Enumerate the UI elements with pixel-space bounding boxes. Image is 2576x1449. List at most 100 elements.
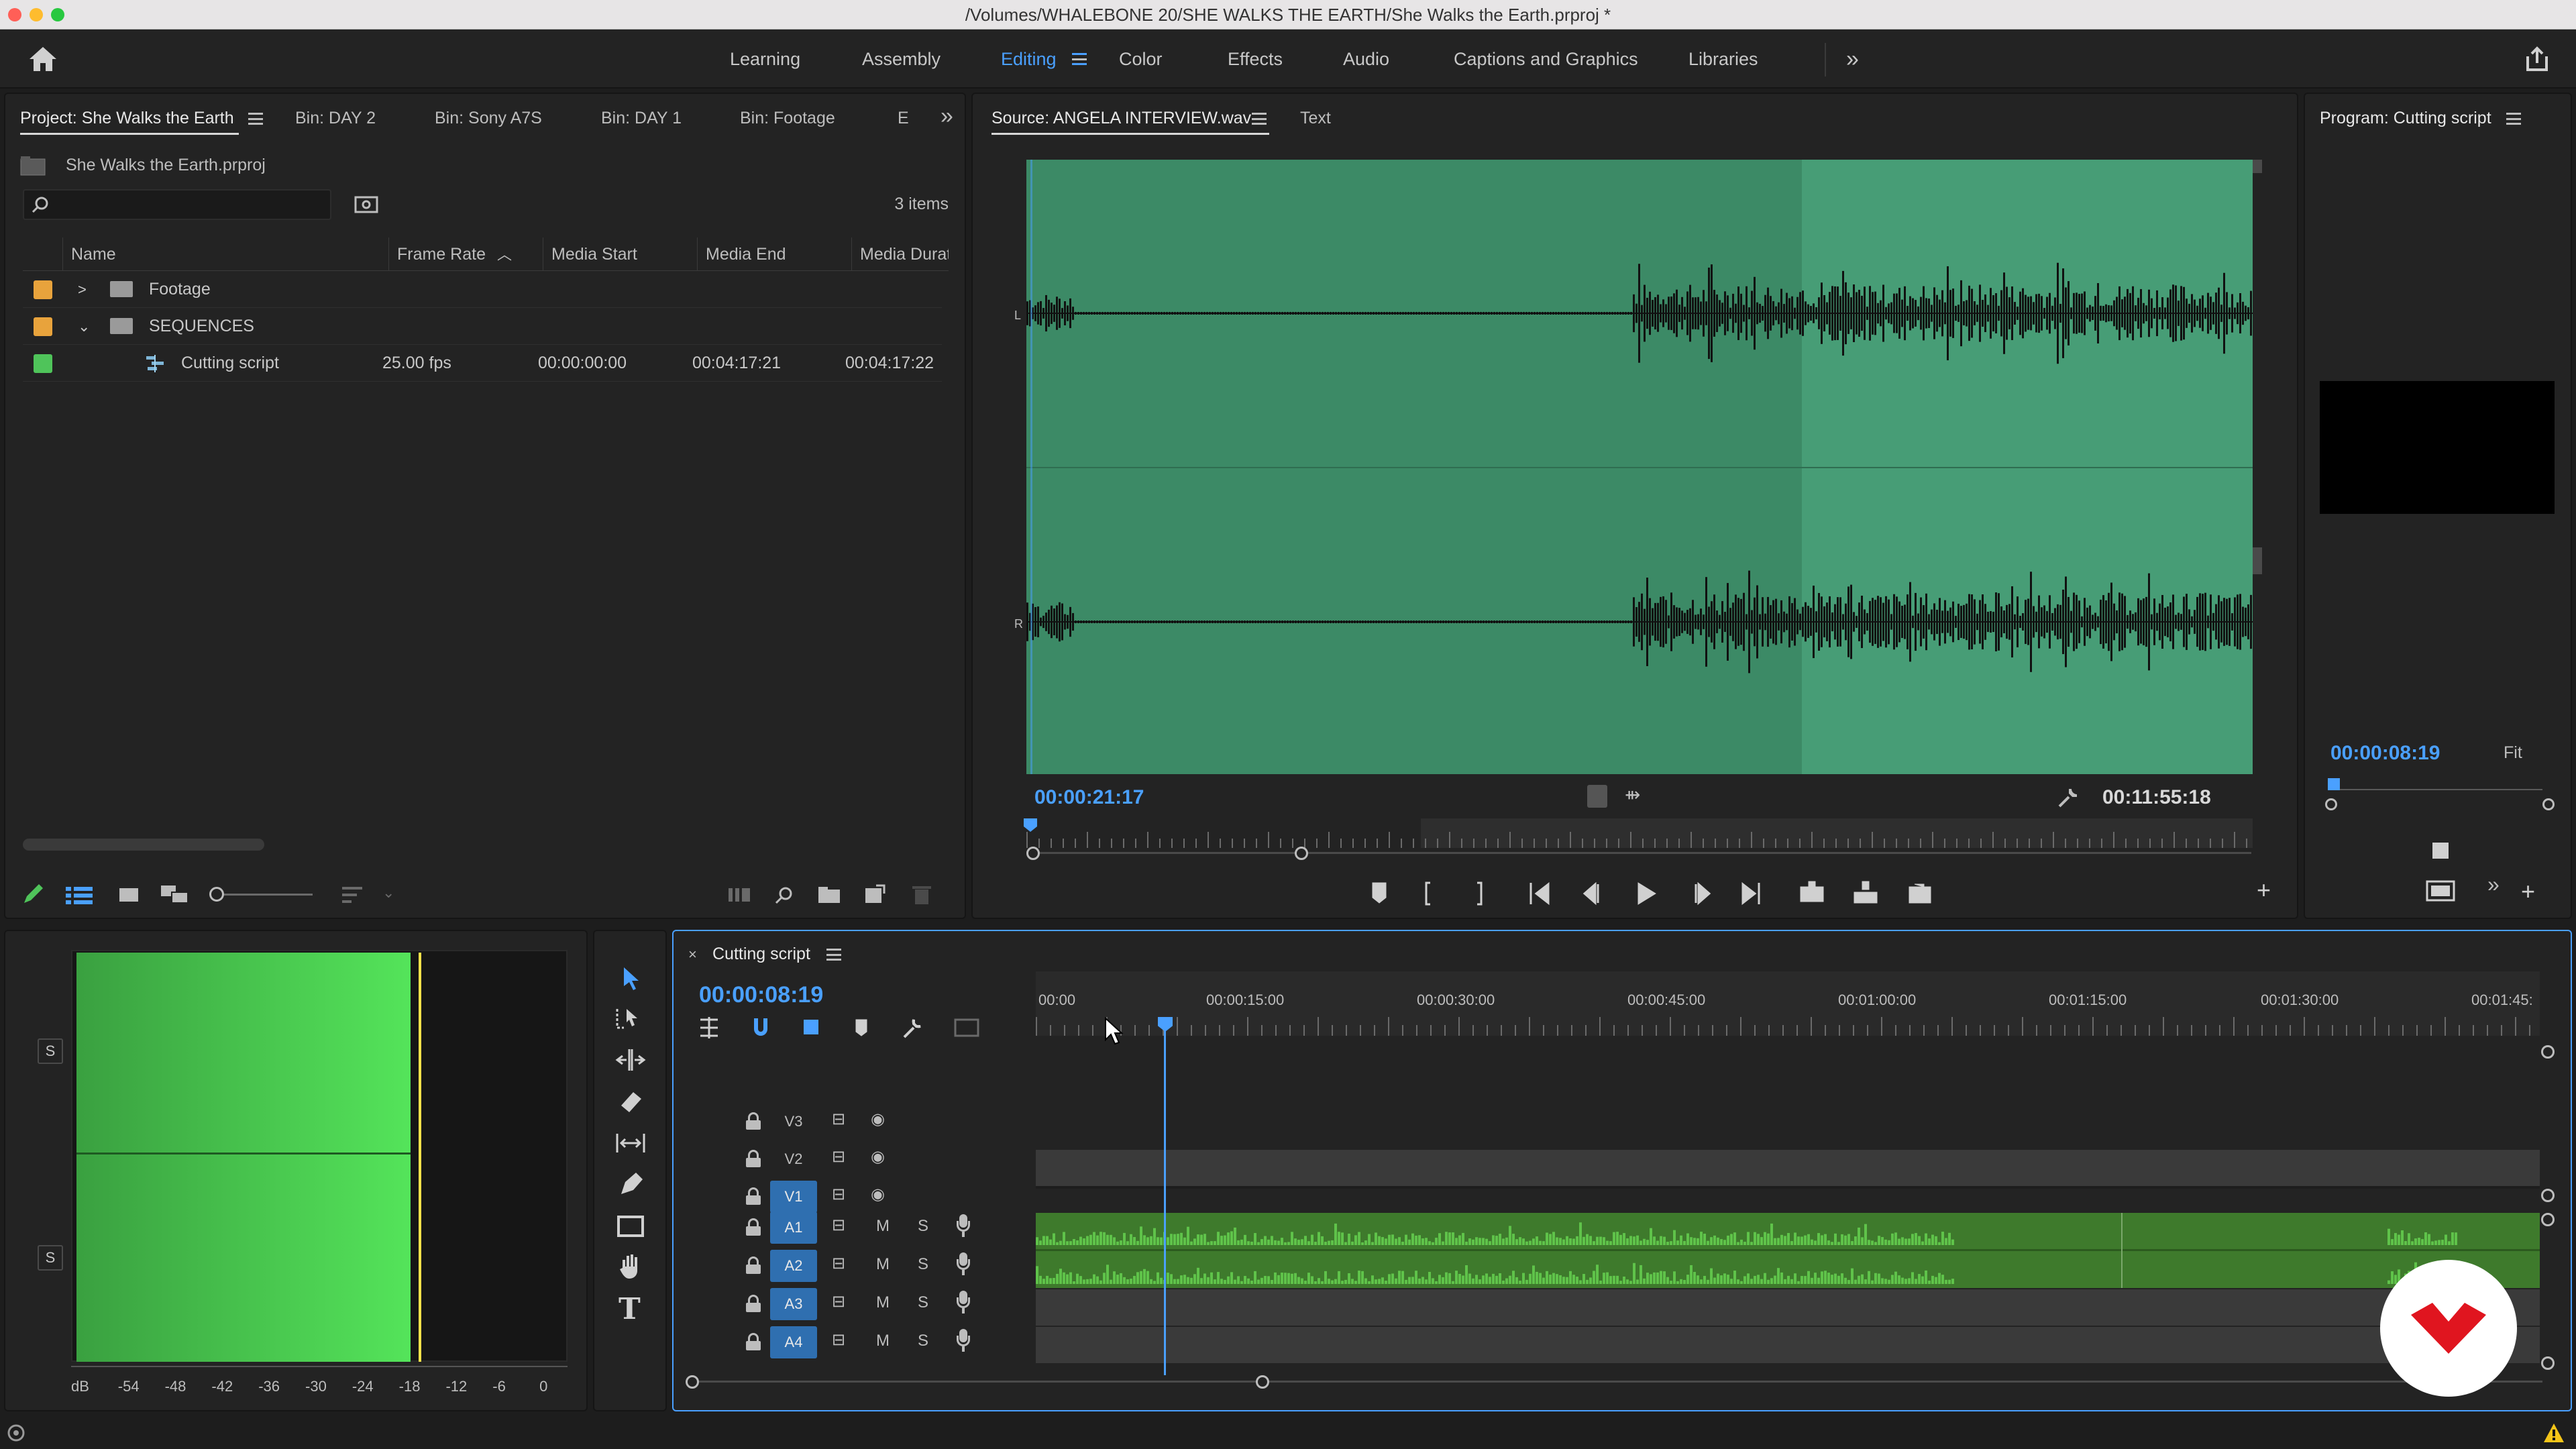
track-label-a3[interactable]: A3 [770, 1288, 817, 1320]
chevron-down-icon[interactable]: ⌄ [78, 308, 90, 345]
drag-video-only-icon[interactable] [1587, 785, 1607, 808]
pen-tool-icon[interactable] [616, 1170, 645, 1199]
zoom-window-button[interactable] [51, 8, 64, 21]
solo-button[interactable]: S [918, 1217, 928, 1236]
project-search-field[interactable] [23, 189, 331, 220]
track-select-tool-icon[interactable] [614, 1005, 647, 1032]
audio-scroll-handle-bottom[interactable] [2541, 1356, 2555, 1370]
timeline-horizontal-scrollbar[interactable] [691, 1381, 2542, 1383]
sync-lock-icon[interactable]: ⊟ [832, 1147, 845, 1167]
video-scroll-handle-top[interactable] [2541, 1045, 2555, 1059]
find-icon[interactable] [774, 885, 794, 906]
program-video-frame[interactable] [2320, 381, 2555, 514]
project-search-input[interactable] [54, 193, 322, 216]
icon-view-icon[interactable] [118, 885, 140, 904]
workspace-tab-color[interactable]: Color [1119, 30, 1163, 89]
column-header-name[interactable]: Name [63, 237, 389, 271]
program-scrubber[interactable] [2328, 778, 2542, 793]
slip-tool-icon[interactable] [614, 1130, 647, 1157]
column-header-media-end[interactable]: Media End [698, 237, 852, 271]
label-color-swatch[interactable] [34, 317, 52, 336]
workspace-tab-learning[interactable]: Learning [730, 30, 800, 89]
workspace-tab-assembly[interactable]: Assembly [862, 30, 941, 89]
lock-icon[interactable] [746, 1333, 761, 1350]
wrench-icon[interactable] [2057, 786, 2080, 809]
waveform-vertical-scroll[interactable] [2253, 160, 2262, 774]
microphone-icon[interactable] [957, 1214, 970, 1237]
tab-bin-day2[interactable]: Bin: DAY 2 [295, 109, 376, 128]
editing-menu-icon[interactable] [1072, 53, 1087, 65]
video-scroll-handle-bottom[interactable] [2541, 1189, 2555, 1202]
background-render-icon[interactable] [5, 1424, 27, 1442]
lock-icon[interactable] [746, 1150, 761, 1167]
sync-lock-icon[interactable]: ⊟ [832, 1216, 845, 1235]
a4-track-area[interactable] [1036, 1327, 2540, 1363]
lock-icon[interactable] [746, 1218, 761, 1236]
v1-track-area[interactable] [1036, 1150, 2540, 1187]
sync-lock-icon[interactable]: ⊟ [832, 1110, 845, 1129]
source-waveform-display[interactable] [1026, 160, 2253, 774]
solo-button[interactable]: S [918, 1293, 928, 1312]
track-label-v1[interactable]: V1 [770, 1181, 817, 1213]
sync-lock-icon[interactable]: ⊟ [832, 1330, 845, 1350]
timeline-zoom-handle-right[interactable] [1256, 1375, 1269, 1389]
new-item-icon[interactable] [864, 884, 885, 904]
source-zoom-bar[interactable] [1032, 852, 2251, 854]
track-label-a2[interactable]: A2 [770, 1250, 817, 1282]
sync-lock-icon[interactable]: ⊟ [832, 1292, 845, 1311]
lock-icon[interactable] [746, 1256, 761, 1274]
program-zoom-handle-left[interactable] [2325, 798, 2337, 810]
lock-icon[interactable] [746, 1295, 761, 1312]
program-zoom-handle-right[interactable] [2542, 798, 2555, 810]
automate-to-sequence-icon[interactable] [727, 887, 751, 903]
workspace-tab-captions[interactable]: Captions and Graphics [1454, 30, 1638, 89]
label-color-swatch[interactable] [34, 280, 52, 299]
column-header-media-start[interactable]: Media Start [543, 237, 698, 271]
program-timecode[interactable]: 00:00:08:19 [2330, 742, 2440, 765]
solo-button[interactable]: S [918, 1332, 928, 1350]
program-playhead-marker[interactable] [2328, 778, 2340, 790]
freeform-view-icon[interactable] [160, 884, 189, 904]
timeline-zoom-handle-left[interactable] [686, 1375, 699, 1389]
column-header-media-duration[interactable]: Media Duration [852, 237, 949, 271]
tab-program[interactable]: Program: Cutting script [2320, 109, 2491, 128]
workspace-tab-effects[interactable]: Effects [1228, 30, 1283, 89]
project-horizontal-scrollbar[interactable] [23, 839, 264, 851]
trash-icon[interactable] [912, 884, 931, 906]
tab-sequence[interactable]: Cutting script [712, 945, 810, 964]
solo-button[interactable]: S [918, 1255, 928, 1274]
home-icon[interactable] [28, 46, 58, 72]
label-column-header[interactable] [23, 237, 63, 271]
workspace-tab-editing[interactable]: Editing [1001, 30, 1057, 89]
new-search-bin-icon[interactable] [354, 195, 378, 215]
lock-icon[interactable] [746, 1187, 761, 1205]
tab-bin-sony[interactable]: Bin: Sony A7S [435, 109, 542, 128]
sequence-timecode[interactable]: 00:00:08:19 [699, 982, 823, 1008]
solo-right-button[interactable]: S [38, 1245, 63, 1271]
timeline-ruler[interactable]: 00:00 00:00:15:00 00:00:30:00 00:00:45:0… [1036, 971, 2540, 1036]
sort-icons-icon[interactable] [342, 885, 366, 904]
program-panel-menu-icon[interactable] [2506, 113, 2521, 125]
warning-icon[interactable] [2542, 1422, 2565, 1444]
microphone-icon[interactable] [957, 1329, 970, 1352]
source-scrubber[interactable] [1024, 818, 2253, 852]
rectangle-tool-icon[interactable] [616, 1213, 645, 1240]
mute-button[interactable]: M [876, 1332, 890, 1350]
tab-bin-e[interactable]: E [898, 109, 909, 128]
pencil-icon[interactable] [21, 883, 44, 906]
zoom-handle-left[interactable] [1026, 847, 1040, 860]
eye-icon[interactable]: ◉ [871, 1147, 885, 1167]
program-overflow-icon[interactable]: » [2487, 872, 2500, 897]
drag-audio-only-icon[interactable]: ⇻ [1625, 784, 1640, 806]
eye-icon[interactable]: ◉ [871, 1185, 885, 1204]
column-header-frame-rate[interactable]: Frame Rate ︿ [389, 237, 543, 271]
sequence-menu-icon[interactable] [826, 949, 841, 961]
track-label-a1[interactable]: A1 [770, 1212, 817, 1244]
tab-project[interactable]: Project: She Walks the Earth [20, 109, 234, 128]
mute-button[interactable]: M [876, 1255, 890, 1274]
source-current-timecode[interactable]: 00:00:21:17 [1034, 786, 1144, 809]
selection-tool-icon[interactable] [617, 965, 644, 991]
chevron-right-icon[interactable]: > [78, 271, 87, 308]
safe-margins-icon[interactable] [2426, 880, 2455, 904]
project-row-footage[interactable]: > Footage [23, 271, 942, 308]
